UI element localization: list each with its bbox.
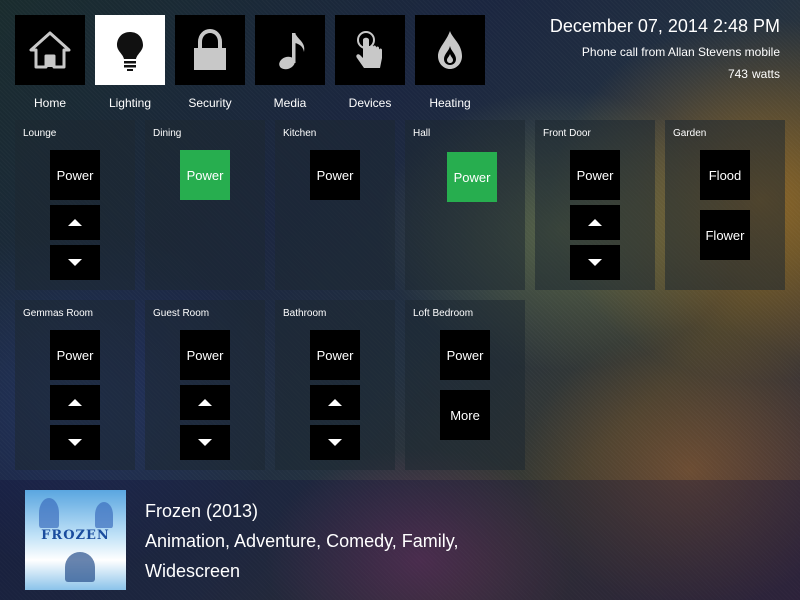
front-door-up-button[interactable]: [570, 205, 620, 240]
status-panel: December 07, 2014 2:48 PM Phone call fro…: [550, 16, 780, 81]
arrow-up-icon: [198, 399, 212, 406]
room-kitchen: Kitchen Power: [275, 120, 395, 290]
poster-figure: [39, 498, 59, 528]
arrow-down-icon: [328, 439, 342, 446]
room-name: Hall: [413, 128, 431, 139]
room-name: Lounge: [23, 128, 57, 139]
lightbulb-icon: [117, 32, 143, 71]
nav-label-devices: Devices: [348, 96, 392, 110]
arrow-up-icon: [328, 399, 342, 406]
call-notification: Phone call from Allan Stevens mobile: [581, 45, 780, 59]
lock-icon: [194, 28, 226, 70]
arrow-down-icon: [68, 439, 82, 446]
main-nav: Home Lighting Security Media Devices Hea…: [15, 15, 495, 110]
nav-security[interactable]: Security: [175, 15, 245, 110]
room-name: Loft Bedroom: [413, 308, 474, 319]
arrow-up-icon: [588, 219, 602, 226]
room-loft-bedroom: Loft Bedroom Power More: [405, 300, 525, 470]
room-garden: Garden Flood Flower: [665, 120, 785, 290]
hall-power-button[interactable]: Power: [447, 152, 497, 202]
poster-figure: [65, 552, 95, 582]
bathroom-up-button[interactable]: [310, 385, 360, 420]
power-unit: watts: [751, 67, 780, 81]
arrow-up-icon: [68, 399, 82, 406]
power-readout: 743 watts: [550, 67, 780, 81]
guest-room-power-button[interactable]: Power: [180, 330, 230, 380]
now-playing-bar: FROZEN Frozen (2013) Animation, Adventur…: [0, 480, 800, 600]
home-icon: [29, 31, 71, 69]
touch-hand-icon: [356, 31, 382, 68]
loft-bedroom-power-button[interactable]: Power: [440, 330, 490, 380]
garden-flood-button[interactable]: Flood: [700, 150, 750, 200]
poster-title-logo: FROZEN: [41, 528, 110, 543]
lounge-down-button[interactable]: [50, 245, 100, 280]
gemmas-room-power-button[interactable]: Power: [50, 330, 100, 380]
room-name: Front Door: [543, 128, 591, 139]
now-playing-title: Frozen (2013): [145, 501, 259, 521]
garden-flower-button[interactable]: Flower: [700, 210, 750, 260]
room-name: Gemmas Room: [23, 308, 94, 319]
front-door-power-button[interactable]: Power: [570, 150, 620, 200]
power-value: 743: [727, 67, 748, 81]
room-name: Dining: [153, 128, 182, 139]
gemmas-room-up-button[interactable]: [50, 385, 100, 420]
guest-room-up-button[interactable]: [180, 385, 230, 420]
nav-label-home: Home: [33, 96, 66, 110]
bathroom-power-button[interactable]: Power: [310, 330, 360, 380]
room-name: Garden: [673, 128, 707, 139]
room-name: Guest Room: [153, 308, 210, 319]
room-dining: Dining Power: [145, 120, 265, 290]
room-bathroom: Bathroom Power: [275, 300, 395, 470]
arrow-down-icon: [588, 259, 602, 266]
movie-poster[interactable]: FROZEN: [25, 490, 126, 590]
nav-label-lighting: Lighting: [108, 96, 152, 110]
date-time: December 07, 2014 2:48 PM: [549, 16, 780, 36]
gemmas-room-down-button[interactable]: [50, 425, 100, 460]
nav-heating[interactable]: Heating: [415, 15, 485, 110]
arrow-up-icon: [68, 219, 82, 226]
room-lounge: Lounge Power: [15, 120, 135, 290]
room-gemmas-room: Gemmas Room Power: [15, 300, 135, 470]
kitchen-power-button[interactable]: Power: [310, 150, 360, 200]
lounge-up-button[interactable]: [50, 205, 100, 240]
nav-label-media: Media: [273, 96, 307, 110]
poster-figure: [95, 502, 113, 528]
lounge-power-button[interactable]: Power: [50, 150, 100, 200]
arrow-down-icon: [68, 259, 82, 266]
nav-label-security: Security: [188, 96, 232, 110]
guest-room-down-button[interactable]: [180, 425, 230, 460]
nav-home[interactable]: Home: [15, 15, 85, 110]
nav-media[interactable]: Media: [255, 15, 325, 110]
room-name: Bathroom: [283, 308, 327, 319]
room-name: Kitchen: [283, 128, 317, 139]
room-hall: Hall Power: [405, 120, 525, 290]
front-door-down-button[interactable]: [570, 245, 620, 280]
nav-devices[interactable]: Devices: [335, 15, 405, 110]
arrow-down-icon: [198, 439, 212, 446]
bathroom-down-button[interactable]: [310, 425, 360, 460]
flame-icon: [438, 31, 462, 69]
nav-label-heating: Heating: [429, 96, 471, 110]
room-guest-room: Guest Room Power: [145, 300, 265, 470]
music-note-icon: [279, 33, 305, 70]
now-playing-genres: Animation, Adventure, Comedy, Family,: [145, 531, 459, 551]
dining-power-button[interactable]: Power: [180, 150, 230, 200]
now-playing-format: Widescreen: [145, 561, 241, 581]
room-front-door: Front Door Power: [535, 120, 655, 290]
loft-bedroom-more-button[interactable]: More: [440, 390, 490, 440]
nav-lighting[interactable]: Lighting: [95, 15, 165, 110]
